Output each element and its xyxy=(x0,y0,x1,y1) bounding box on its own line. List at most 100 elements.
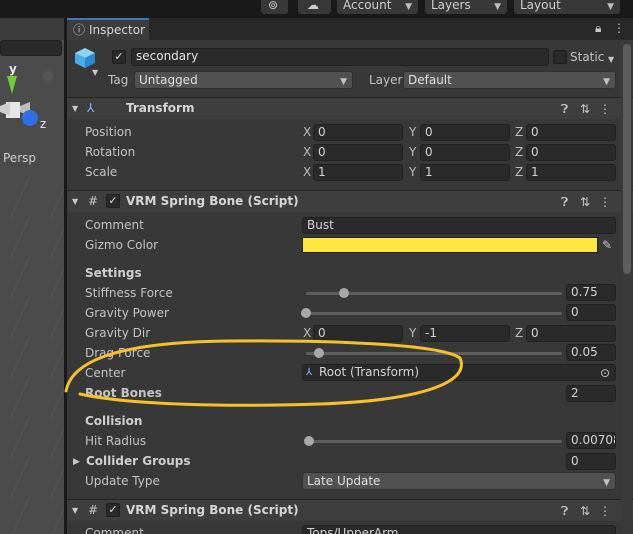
stiffness-slider-knob[interactable] xyxy=(339,288,350,298)
transform-icon: ⅄ xyxy=(306,367,313,378)
rotation-y-field[interactable]: 0 xyxy=(420,144,510,161)
object-picker-icon[interactable]: ⊙ xyxy=(600,366,610,380)
preset-icon[interactable]: ⇅ xyxy=(580,504,590,518)
gravity-dir-x-field[interactable]: 0 xyxy=(313,325,403,342)
position-label: Position xyxy=(85,125,132,139)
inspector-tabbar xyxy=(67,18,633,40)
help-icon[interactable]: ❓︎ xyxy=(561,102,568,116)
collab-icon[interactable]: ⊚ xyxy=(261,0,288,14)
chevron-down-icon[interactable]: ▼ xyxy=(608,53,614,67)
static-checkbox[interactable] xyxy=(553,50,567,64)
chevron-right-icon[interactable]: ▶ xyxy=(73,455,80,469)
tab-inspector[interactable]: ⓘ Inspector xyxy=(67,18,149,40)
help-icon[interactable]: ❓︎ xyxy=(561,504,568,518)
gravity-dir-y-field[interactable]: -1 xyxy=(420,325,510,342)
inspector-scrollbar-thumb[interactable] xyxy=(623,44,631,274)
eyedropper-icon[interactable]: ✎ xyxy=(602,238,612,252)
center-label: Center xyxy=(85,366,126,380)
chevron-down-icon: ▼ xyxy=(340,77,347,87)
chevron-down-icon: ▼ xyxy=(405,2,412,12)
drag-force-slider-knob[interactable] xyxy=(313,348,324,358)
drag-force-value-field[interactable]: 0.05 xyxy=(566,344,616,361)
settings-heading: Settings xyxy=(85,266,142,280)
rotation-x-field[interactable]: 0 xyxy=(313,144,403,161)
tag-label: Tag xyxy=(108,73,129,87)
drag-force-label: Drag Force xyxy=(85,346,151,360)
root-bones-label[interactable]: Root Bones xyxy=(85,385,162,401)
layer-value: Default xyxy=(408,73,452,87)
chevron-down-icon: ▼ xyxy=(494,2,501,12)
collider-groups-label[interactable]: Collider Groups xyxy=(86,453,191,469)
scale-x-field[interactable]: 1 xyxy=(313,164,403,181)
preset-icon[interactable]: ⇅ xyxy=(580,102,590,116)
object-name-input[interactable]: secondary xyxy=(131,48,549,66)
kebab-menu-icon[interactable]: ⋮ xyxy=(599,102,611,116)
update-type-label: Update Type xyxy=(85,474,160,488)
axis-z-label: Z xyxy=(515,326,524,340)
chevron-down-icon[interactable]: ▼ xyxy=(92,66,98,80)
comment-input-2[interactable]: Tops/UpperArm xyxy=(302,525,616,534)
stiffness-value-field[interactable]: 0.75 xyxy=(566,284,616,301)
scene-grid xyxy=(0,178,64,534)
top-toolbar: ⊚ ☁ Account ▼ Layers ▼ Layout ▼ xyxy=(0,0,633,14)
spring-bone-header[interactable]: ▼ # ✓ VRM Spring Bone (Script) ❓︎ ⇅ ⋮ xyxy=(67,190,633,212)
gravity-dir-label: Gravity Dir xyxy=(85,326,151,340)
scale-z-field[interactable]: 1 xyxy=(526,164,616,181)
persp-label[interactable]: Persp xyxy=(3,151,36,165)
transform-header[interactable]: ▼ ⅄ Transform ❓︎ ⇅ ⋮ xyxy=(67,97,633,119)
hit-radius-slider-knob[interactable] xyxy=(303,436,314,446)
comment-input[interactable]: Bust xyxy=(302,217,616,234)
script-icon: # xyxy=(88,503,99,517)
kebab-menu-icon[interactable]: ⋮ xyxy=(599,504,611,518)
update-type-dropdown[interactable]: Late Update ▼ xyxy=(302,472,616,490)
rotation-z-field[interactable]: 0 xyxy=(526,144,616,161)
kebab-menu-icon[interactable]: ⋮ xyxy=(599,195,611,209)
drag-force-slider[interactable] xyxy=(306,352,562,355)
position-z-field[interactable]: 0 xyxy=(526,124,616,141)
gravity-power-slider-knob[interactable] xyxy=(301,308,311,318)
tag-dropdown[interactable]: Untagged ▼ xyxy=(134,71,353,89)
hit-radius-value-field[interactable]: 0.00708 xyxy=(566,432,616,449)
kebab-menu-icon[interactable]: ⋮ xyxy=(613,21,625,35)
center-object-field[interactable]: ⅄ Root (Transform) xyxy=(302,364,616,381)
gravity-dir-z-field[interactable]: 0 xyxy=(526,325,616,342)
layers-dropdown[interactable]: Layers ▼ xyxy=(425,0,507,14)
scene-search-input[interactable] xyxy=(0,40,62,56)
collision-heading: Collision xyxy=(85,414,143,428)
scale-y-field[interactable]: 1 xyxy=(420,164,510,181)
gizmo-color-swatch[interactable] xyxy=(302,237,598,253)
comment-label-2: Comment xyxy=(85,526,144,534)
hit-radius-slider[interactable] xyxy=(306,440,562,443)
chevron-down-icon[interactable]: ▼ xyxy=(72,195,78,209)
position-x-field[interactable]: 0 xyxy=(313,124,403,141)
axis-z-label: Z xyxy=(515,165,524,179)
chevron-down-icon[interactable]: ▼ xyxy=(72,102,78,116)
lock-icon[interactable]: 🔒︎ xyxy=(595,21,601,35)
axis-y-label: Y xyxy=(409,125,417,139)
spring-bone-header-2[interactable]: ▼ # ✓ VRM Spring Bone (Script) ❓︎ ⇅ ⋮ xyxy=(67,499,633,521)
layout-dropdown[interactable]: Layout ▼ xyxy=(514,0,620,14)
axis-z-label: Z xyxy=(515,145,524,159)
collider-groups-count-field[interactable]: 0 xyxy=(566,453,616,470)
help-icon[interactable]: ❓︎ xyxy=(561,195,568,209)
root-bones-count-field[interactable]: 2 xyxy=(566,385,616,402)
gravity-power-slider[interactable] xyxy=(306,312,562,315)
axis-z-label: z xyxy=(40,117,47,131)
axis-x-label: X xyxy=(303,326,312,340)
chevron-down-icon[interactable]: ▼ xyxy=(72,504,78,518)
layer-dropdown[interactable]: Default ▼ xyxy=(403,71,616,89)
position-y-field[interactable]: 0 xyxy=(420,124,510,141)
preset-icon[interactable]: ⇅ xyxy=(580,195,590,209)
cloud-icon[interactable]: ☁ xyxy=(298,0,331,14)
active-checkbox[interactable]: ✓ xyxy=(112,50,126,64)
axis-z-label: Z xyxy=(515,125,524,139)
account-label: Account xyxy=(343,0,392,12)
axis-x-label: X xyxy=(303,145,312,159)
scene-view[interactable]: y z Persp xyxy=(0,18,64,534)
account-dropdown[interactable]: Account ▼ xyxy=(337,0,418,14)
axis-y-label: Y xyxy=(409,145,417,159)
layer-label: Layer xyxy=(369,73,403,87)
gravity-power-value-field[interactable]: 0 xyxy=(566,304,616,321)
component-enabled-checkbox[interactable]: ✓ xyxy=(106,503,120,517)
component-enabled-checkbox[interactable]: ✓ xyxy=(106,194,120,208)
